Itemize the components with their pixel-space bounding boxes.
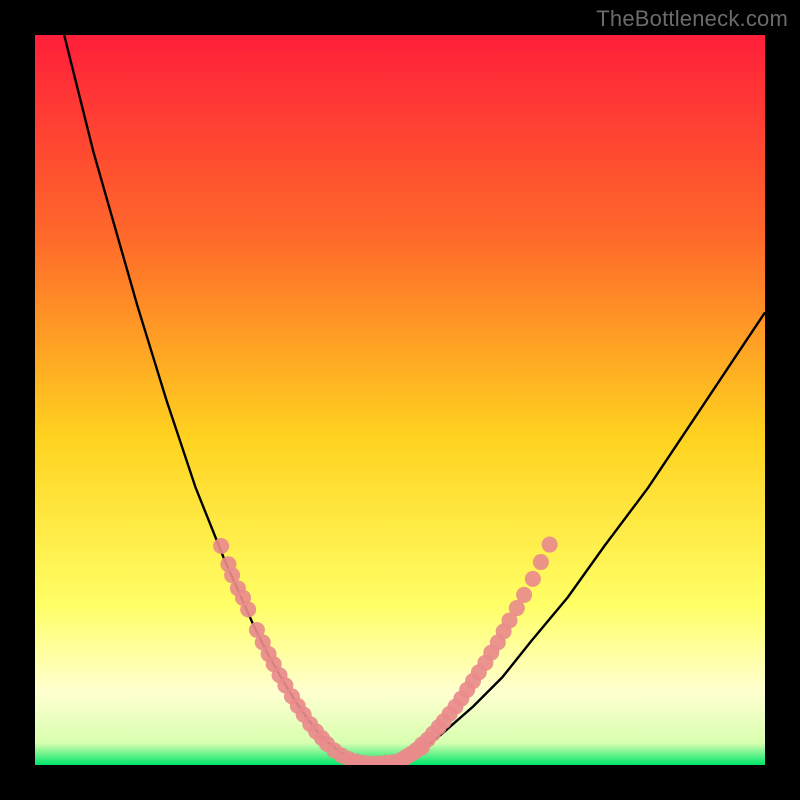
- bottleneck-chart: [35, 35, 765, 765]
- marker-dot: [240, 602, 256, 618]
- marker-dot: [213, 538, 229, 554]
- marker-dot: [525, 571, 541, 587]
- chart-frame: [35, 35, 765, 765]
- marker-dot: [516, 587, 532, 603]
- marker-dot: [533, 554, 549, 570]
- marker-dot: [542, 537, 558, 553]
- watermark-text: TheBottleneck.com: [596, 6, 788, 32]
- chart-background: [35, 35, 765, 765]
